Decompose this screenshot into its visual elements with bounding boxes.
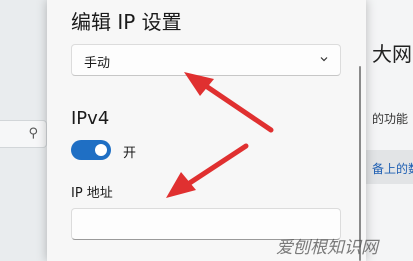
background-big-text: 大网 [372, 42, 412, 66]
chevron-down-icon [320, 57, 328, 62]
ipv4-toggle[interactable] [71, 140, 111, 160]
ip-mode-value: 手动 [84, 56, 111, 71]
ipv4-section-title: IPv4 [71, 108, 110, 129]
ipv4-toggle-label: 开 [123, 146, 137, 161]
ip-mode-select[interactable]: 手动 [71, 44, 341, 76]
background-search-box[interactable]: ⚲ [0, 120, 47, 148]
search-icon: ⚲ [28, 126, 38, 141]
ip-address-label: IP 地址 [71, 186, 113, 201]
dialog-title: 编辑 IP 设置 [71, 10, 182, 34]
background-text-1: 的功能 [372, 112, 409, 126]
toggle-knob [95, 144, 107, 156]
edit-ip-settings-dialog: 编辑 IP 设置 手动 IPv4 开 IP 地址 [47, 0, 366, 261]
watermark: 爱刨根知识网 [276, 238, 378, 258]
dialog-scrollbar[interactable] [359, 66, 361, 261]
background-text-2[interactable]: 备上的数 [372, 160, 413, 177]
